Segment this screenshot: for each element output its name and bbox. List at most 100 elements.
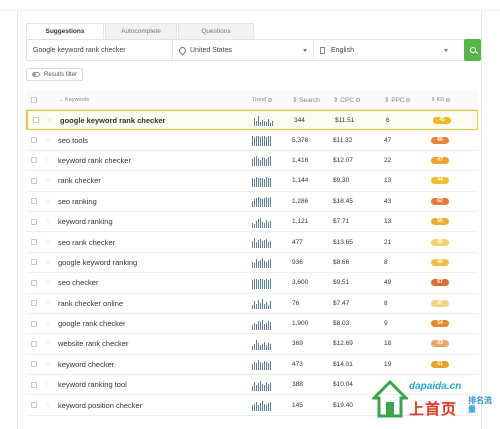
table-row[interactable]: ☆ seo tools 5,378 $11.32 47 66 xyxy=(26,130,478,151)
keyword-cell[interactable]: seo checker xyxy=(54,278,252,287)
star-icon[interactable]: ☆ xyxy=(42,279,54,286)
keyword-cell[interactable]: seo ranking xyxy=(54,197,252,206)
keyword-cell[interactable]: keyword ranking xyxy=(54,217,252,226)
ppc-cell: 13 xyxy=(384,177,392,185)
keyword-cell[interactable]: seo tools xyxy=(54,136,252,145)
trend-bar xyxy=(254,381,255,391)
ppc-cell: 8 xyxy=(384,258,388,266)
language-select[interactable]: English xyxy=(314,40,454,60)
keyword-cell[interactable]: website rank checker xyxy=(54,339,252,348)
row-checkbox[interactable] xyxy=(31,402,37,409)
trend-sparkline xyxy=(252,256,286,269)
kd-badge: 66 xyxy=(431,136,449,144)
keyword-cell[interactable]: keyword position checker xyxy=(54,401,252,410)
header-cpc[interactable]: ⇕ CPC xyxy=(333,96,384,104)
trend-bar xyxy=(256,242,257,249)
table-row[interactable]: ☆ keyword rank checker 1,416 $12.07 22 47 xyxy=(26,151,478,172)
keyword-input[interactable]: Google keyword rank checker xyxy=(27,40,173,60)
trend-bar xyxy=(270,197,271,208)
row-checkbox[interactable] xyxy=(31,361,37,368)
star-icon[interactable]: ☆ xyxy=(42,361,54,368)
table-row[interactable]: ☆ google keyword ranking 936 $8.66 8 46 xyxy=(26,253,478,274)
keyword-cell[interactable]: google keyword rank checker xyxy=(56,116,254,125)
keyword-cell[interactable]: keyword rank checker xyxy=(54,156,252,165)
row-checkbox[interactable] xyxy=(31,320,37,327)
tab-autocomplete[interactable]: Autocomplete xyxy=(105,23,177,39)
keyword-cell[interactable]: rank checker online xyxy=(54,299,252,308)
star-icon[interactable]: ☆ xyxy=(42,320,54,327)
header-ppc[interactable]: ⇕ PPC xyxy=(384,96,431,104)
trend-sparkline xyxy=(252,277,286,289)
trend-bar xyxy=(262,363,263,371)
header-trend[interactable]: Trend xyxy=(252,94,286,106)
header-kd[interactable]: ⇕ KD xyxy=(431,97,471,103)
keyword-cell[interactable]: keyword ranking tool xyxy=(54,380,252,389)
row-checkbox[interactable] xyxy=(31,259,37,266)
row-checkbox[interactable] xyxy=(31,239,37,246)
trend-bar xyxy=(266,239,267,249)
star-icon[interactable]: ☆ xyxy=(42,340,54,347)
trend-bar xyxy=(254,404,255,412)
select-all-checkbox[interactable] xyxy=(31,96,37,103)
keyword-cell[interactable]: rank checker xyxy=(54,176,252,185)
cpc-cell: $8.66 xyxy=(333,258,350,266)
country-select[interactable]: United States xyxy=(173,40,314,60)
kd-badge: 51 xyxy=(431,360,449,368)
star-icon[interactable]: ☆ xyxy=(42,300,54,307)
table-row[interactable]: ☆ website rank checker 369 $12.69 18 83 xyxy=(26,334,478,355)
star-icon[interactable]: ☆ xyxy=(42,198,54,205)
row-checkbox[interactable] xyxy=(31,340,37,347)
row-checkbox[interactable] xyxy=(33,117,39,124)
table-row[interactable]: ☆ google keyword rank checker 344 $11.51 6 45 xyxy=(26,110,478,131)
table-row[interactable]: ☆ seo rank checker 477 $13.65 21 40 xyxy=(26,232,478,253)
row-checkbox[interactable] xyxy=(31,198,37,205)
star-icon[interactable]: ☆ xyxy=(44,117,56,124)
header-search[interactable]: ⇕ Search xyxy=(286,96,333,104)
trend-bar xyxy=(254,238,255,249)
star-icon[interactable]: ☆ xyxy=(42,157,54,164)
trend-bar xyxy=(270,156,271,167)
keyword-cell[interactable]: google rank checker xyxy=(54,319,252,328)
table-row[interactable]: ☆ google rank checker 1,900 $8.03 9 54 xyxy=(26,314,478,335)
keyword-cell[interactable]: keyword checker xyxy=(54,360,252,369)
star-icon[interactable]: ☆ xyxy=(42,137,54,144)
row-checkbox[interactable] xyxy=(31,177,37,184)
row-checkbox[interactable] xyxy=(31,381,37,388)
row-checkbox[interactable] xyxy=(31,279,37,286)
trend-bar xyxy=(256,323,257,330)
table-row[interactable]: ☆ keyword ranking 1,121 $7.71 13 50 xyxy=(26,212,478,233)
tab-suggestions[interactable]: Suggestions xyxy=(26,23,104,39)
trend-bar xyxy=(270,382,271,391)
keyword-cell[interactable]: seo rank checker xyxy=(54,238,252,247)
search-volume-cell: 3,600 xyxy=(292,279,309,287)
table-row[interactable]: ☆ seo checker 3,600 $9.51 49 67 xyxy=(26,273,478,294)
table-row[interactable]: ☆ seo ranking 1,286 $18.45 43 62 xyxy=(26,192,478,212)
row-checkbox[interactable] xyxy=(31,218,37,225)
trend-bar xyxy=(254,178,255,187)
table-row[interactable]: ☆ rank checker online 76 $7.47 8 47 xyxy=(26,294,478,314)
keyword-cell[interactable]: google keyword ranking xyxy=(54,258,252,267)
trend-bar xyxy=(252,159,253,167)
star-icon[interactable]: ☆ xyxy=(42,402,54,409)
trend-bar xyxy=(262,258,263,269)
trend-bar xyxy=(254,137,255,147)
star-icon[interactable]: ☆ xyxy=(42,218,54,225)
tab-questions[interactable]: Questions xyxy=(178,23,254,39)
star-icon[interactable]: ☆ xyxy=(42,177,54,184)
trend-bar xyxy=(254,362,255,371)
row-checkbox[interactable] xyxy=(31,300,37,307)
row-checkbox[interactable] xyxy=(31,137,37,144)
trend-bar xyxy=(264,361,265,371)
trend-bar xyxy=(252,364,253,371)
star-icon[interactable]: ☆ xyxy=(42,239,54,246)
trend-bar xyxy=(268,221,269,228)
results-filter-button[interactable]: Results filter xyxy=(26,68,83,81)
table-row[interactable]: ☆ rank checker 1,144 $9.30 13 44 xyxy=(26,171,478,192)
trend-bar xyxy=(268,342,269,350)
search-button[interactable] xyxy=(464,39,481,61)
star-icon[interactable]: ☆ xyxy=(42,381,54,388)
row-checkbox[interactable] xyxy=(31,157,37,164)
table-row[interactable]: ☆ keyword checker 473 $14.01 19 51 xyxy=(26,355,478,376)
star-icon[interactable]: ☆ xyxy=(42,259,54,266)
header-keywords[interactable]: → Keywords xyxy=(54,97,252,103)
